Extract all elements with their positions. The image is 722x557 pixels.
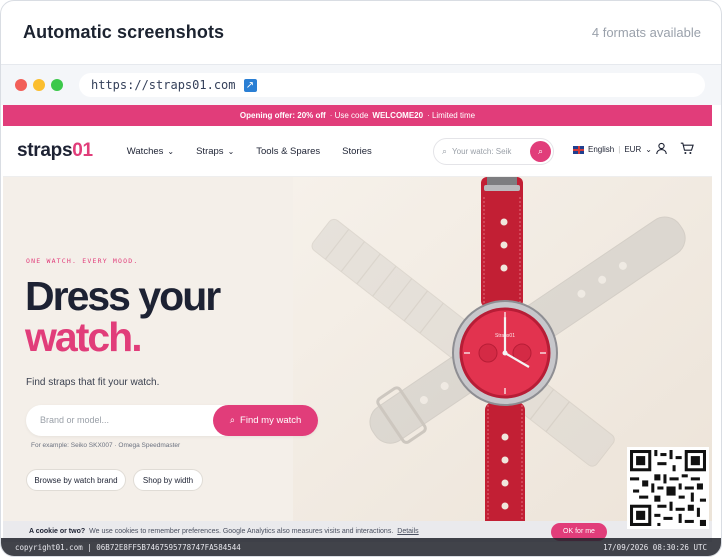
- hero-lead-text: Find straps that fit your watch.: [26, 377, 160, 388]
- chevron-down-icon: ⌄: [645, 145, 652, 154]
- browse-by-brand-button[interactable]: Browse by watch brand: [26, 469, 126, 491]
- watch-dial-brand: Straps01: [495, 333, 515, 339]
- footer-timestamp: 17/09/2026 08:30:26 UTC: [603, 542, 707, 552]
- qr-code: [627, 447, 709, 529]
- hero-headline-line-1: Dress your: [25, 273, 221, 319]
- watch-case: [452, 300, 558, 406]
- user-icon[interactable]: [655, 142, 668, 158]
- card-header: Automatic screenshots 4 formats availabl…: [1, 1, 721, 65]
- nav-search-button[interactable]: ⌕: [530, 141, 551, 162]
- card-subtitle: 4 formats available: [591, 25, 701, 40]
- site-logo[interactable]: straps01: [17, 140, 93, 162]
- shop-by-width-button[interactable]: Shop by width: [133, 469, 203, 491]
- chevron-down-icon: ⌄: [227, 146, 235, 156]
- promo-lead: Opening offer: 20% off: [239, 111, 326, 120]
- website-viewport: Opening offer: 20% off · Use code WELCOM…: [3, 105, 712, 542]
- screenshot-card: Automatic screenshots 4 formats availabl…: [0, 0, 722, 557]
- find-my-watch-button[interactable]: ⌕ Find my watch: [213, 405, 318, 436]
- promo-banner: Opening offer: 20% off · Use code WELCOM…: [3, 105, 712, 126]
- search-icon: ⌕: [229, 415, 236, 426]
- promo-mid: · Use code: [329, 111, 369, 120]
- cookie-text: We use cookies to remember preferences. …: [89, 528, 394, 535]
- cookie-title: A cookie or two?: [29, 528, 86, 535]
- uk-flag-icon: [573, 145, 584, 154]
- nav-item-tools-spares[interactable]: Tools & Spares: [256, 146, 320, 157]
- hero-headline-line-2: watch.: [25, 314, 143, 360]
- hero-eyebrow: ONE WATCH. EVERY MOOD.: [26, 257, 139, 265]
- nav-item-stories[interactable]: Stories: [342, 146, 372, 157]
- nav-item-straps[interactable]: Straps ⌄: [196, 146, 234, 157]
- nav-search-placeholder: Your watch: Seik: [452, 147, 512, 156]
- watch-search-input[interactable]: Brand or model... ⌕ Find my watch: [26, 405, 318, 436]
- promo-code: WELCOME20: [372, 111, 424, 120]
- address-bar[interactable]: https://straps01.com ↗: [79, 73, 705, 97]
- screenshot-footer: copyright01.com | 06B72E8FF5B74675957787…: [1, 538, 721, 556]
- search-example-text: For example: Seiko SKX007 · Omega Speedm…: [31, 442, 181, 449]
- currency-label: EUR: [624, 145, 642, 154]
- footer-copyright-id: copyright01.com | 06B72E8FF5B74675957787…: [15, 542, 241, 552]
- card-title: Automatic screenshots: [23, 22, 225, 42]
- watch-search-placeholder: Brand or model...: [40, 415, 110, 425]
- external-link-icon[interactable]: ↗: [243, 78, 257, 92]
- maximize-window-dot[interactable]: [51, 79, 63, 91]
- hero-section: Straps01 ONE WATCH. EVERY MOOD. Dress yo…: [3, 177, 712, 542]
- nav-item-watches[interactable]: Watches ⌄: [127, 146, 174, 157]
- url-text: https://straps01.com: [91, 78, 236, 92]
- search-icon: ⌕: [442, 146, 448, 156]
- language-currency-selector[interactable]: English | EUR ⌄: [573, 145, 652, 154]
- language-label: English: [588, 145, 615, 154]
- browser-bar: https://straps01.com ↗: [1, 65, 721, 105]
- chevron-down-icon: ⌄: [167, 146, 175, 156]
- close-window-dot[interactable]: [15, 79, 27, 91]
- promo-tail: · Limited time: [427, 111, 476, 120]
- cart-icon[interactable]: [680, 142, 694, 158]
- minimize-window-dot[interactable]: [33, 79, 45, 91]
- nav-search-input[interactable]: ⌕ Your watch: Seik ⌕: [433, 138, 554, 165]
- site-navbar: straps01 Watches ⌄ Straps ⌄ Tools & Spares…: [3, 126, 712, 177]
- cookie-details-link[interactable]: Details: [397, 528, 418, 535]
